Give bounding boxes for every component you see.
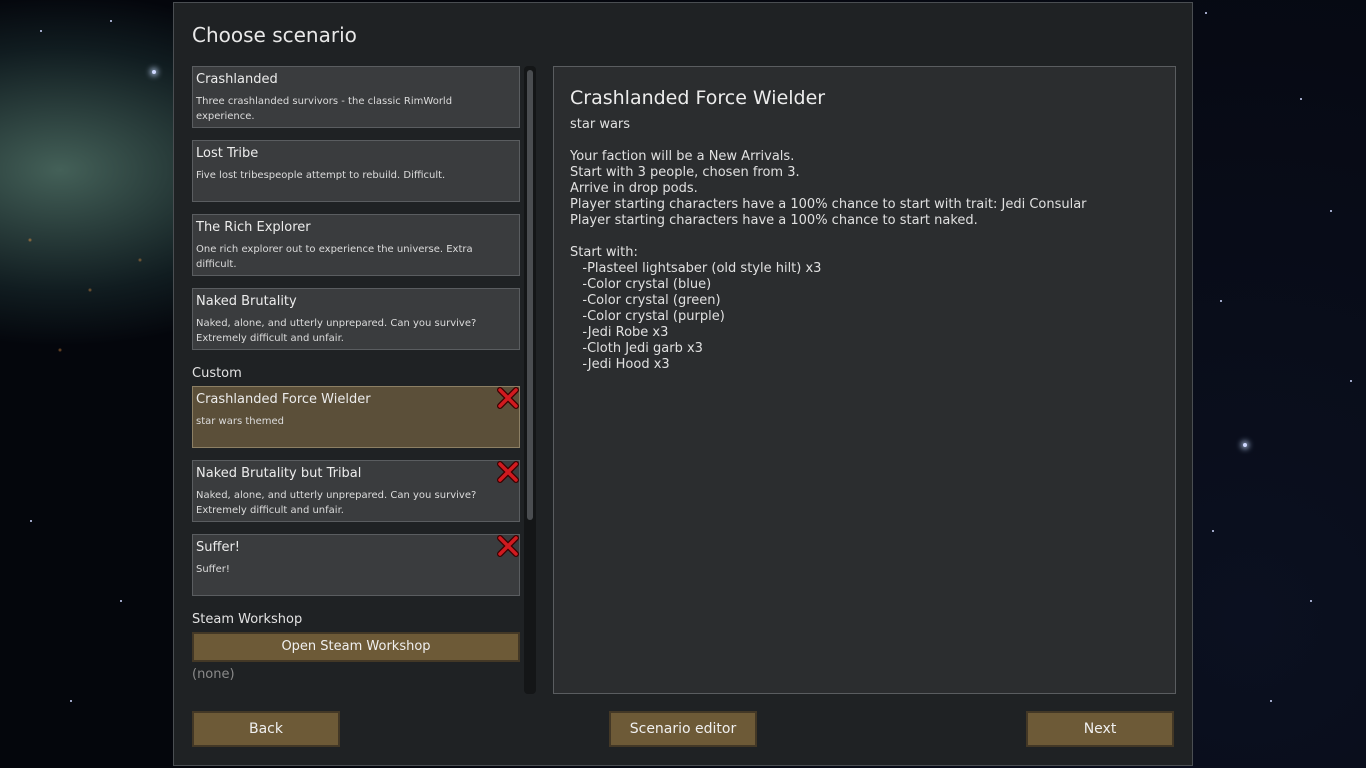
scenario-name: Naked Brutality bbox=[196, 294, 297, 309]
star bbox=[1350, 380, 1352, 382]
back-button[interactable]: Back bbox=[192, 711, 340, 747]
detail-line bbox=[570, 229, 1087, 245]
detail-line: Player starting characters have a 100% c… bbox=[570, 213, 978, 228]
star bbox=[1243, 443, 1247, 447]
detail-line: -Color crystal (blue) bbox=[570, 277, 712, 292]
scenario-card-naked-brutality[interactable]: Naked Brutality Naked, alone, and utterl… bbox=[192, 288, 520, 350]
delete-x-icon[interactable] bbox=[497, 387, 519, 409]
dialog-title: Choose scenario bbox=[192, 23, 357, 47]
scenario-name: The Rich Explorer bbox=[196, 220, 311, 235]
planet-city-lights bbox=[0, 200, 175, 440]
scenario-description: Naked, alone, and utterly unprepared. Ca… bbox=[196, 490, 477, 516]
scenario-card-lost-tribe[interactable]: Lost Tribe Five lost tribespeople attemp… bbox=[192, 140, 520, 202]
detail-subtitle: star wars bbox=[570, 117, 631, 132]
detail-line: -Color crystal (purple) bbox=[570, 309, 725, 324]
custom-section-label: Custom bbox=[192, 366, 242, 381]
detail-line: Start with: bbox=[570, 245, 638, 260]
scrollbar-thumb[interactable] bbox=[527, 70, 533, 520]
open-steam-workshop-button[interactable]: Open Steam Workshop bbox=[192, 632, 520, 662]
scenario-list-scrollbar[interactable] bbox=[524, 66, 536, 694]
star bbox=[1270, 700, 1272, 702]
scenario-editor-button[interactable]: Scenario editor bbox=[609, 711, 757, 747]
next-button[interactable]: Next bbox=[1026, 711, 1174, 747]
scenario-name: Lost Tribe bbox=[196, 146, 259, 161]
detail-line: -Color crystal (green) bbox=[570, 293, 721, 308]
star bbox=[1220, 300, 1222, 302]
scenario-card-crashlanded-force-wielder[interactable]: Crashlanded Force Wielder star wars them… bbox=[192, 386, 520, 448]
scenario-list[interactable]: Crashlanded Three crashlanded survivors … bbox=[192, 66, 522, 692]
scenario-detail-panel: Crashlanded Force Wielder star wars Your… bbox=[553, 66, 1176, 694]
delete-x-icon[interactable] bbox=[497, 535, 519, 557]
workshop-empty-text: (none) bbox=[192, 667, 235, 682]
star bbox=[1330, 210, 1332, 212]
scenario-card-crashlanded[interactable]: Crashlanded Three crashlanded survivors … bbox=[192, 66, 520, 128]
scenario-name: Naked Brutality but Tribal bbox=[196, 466, 362, 481]
detail-line: -Plasteel lightsaber (old style hilt) x3 bbox=[570, 261, 822, 276]
star bbox=[1300, 98, 1302, 100]
scenario-description: Three crashlanded survivors - the classi… bbox=[196, 96, 453, 122]
star bbox=[70, 700, 72, 702]
detail-title: Crashlanded Force Wielder bbox=[570, 87, 826, 109]
detail-line: -Jedi Hood x3 bbox=[570, 357, 670, 372]
scenario-description: star wars themed bbox=[196, 416, 285, 427]
star bbox=[120, 600, 122, 602]
choose-scenario-dialog: Choose scenario Crashlanded Three crashl… bbox=[173, 2, 1193, 766]
star bbox=[1205, 12, 1207, 14]
scenario-description: One rich explorer out to experience the … bbox=[196, 244, 473, 270]
star bbox=[30, 520, 32, 522]
star bbox=[110, 20, 112, 22]
delete-x-icon[interactable] bbox=[497, 461, 519, 483]
scenario-card-suffer[interactable]: Suffer! Suffer! bbox=[192, 534, 520, 596]
scenario-description: Naked, alone, and utterly unprepared. Ca… bbox=[196, 318, 477, 344]
steam-workshop-section-label: Steam Workshop bbox=[192, 612, 303, 627]
detail-body: Your faction will be a New Arrivals. Sta… bbox=[570, 149, 1087, 373]
scenario-name: Suffer! bbox=[196, 540, 241, 555]
scenario-name: Crashlanded Force Wielder bbox=[196, 392, 371, 407]
scenario-card-rich-explorer[interactable]: The Rich Explorer One rich explorer out … bbox=[192, 214, 520, 276]
scenario-description: Suffer! bbox=[196, 564, 230, 575]
detail-line: Start with 3 people, chosen from 3. bbox=[570, 165, 800, 180]
scenario-description: Five lost tribespeople attempt to rebuil… bbox=[196, 170, 446, 181]
scenario-card-naked-brutality-tribal[interactable]: Naked Brutality but Tribal Naked, alone,… bbox=[192, 460, 520, 522]
star bbox=[1212, 530, 1214, 532]
detail-line: Arrive in drop pods. bbox=[570, 181, 698, 196]
scenario-name: Crashlanded bbox=[196, 72, 278, 87]
detail-line: Your faction will be a New Arrivals. bbox=[570, 149, 795, 164]
star bbox=[40, 30, 42, 32]
detail-line: -Jedi Robe x3 bbox=[570, 325, 669, 340]
star bbox=[1310, 600, 1312, 602]
detail-line: Player starting characters have a 100% c… bbox=[570, 197, 1087, 212]
detail-line: -Cloth Jedi garb x3 bbox=[570, 341, 703, 356]
star bbox=[152, 70, 156, 74]
